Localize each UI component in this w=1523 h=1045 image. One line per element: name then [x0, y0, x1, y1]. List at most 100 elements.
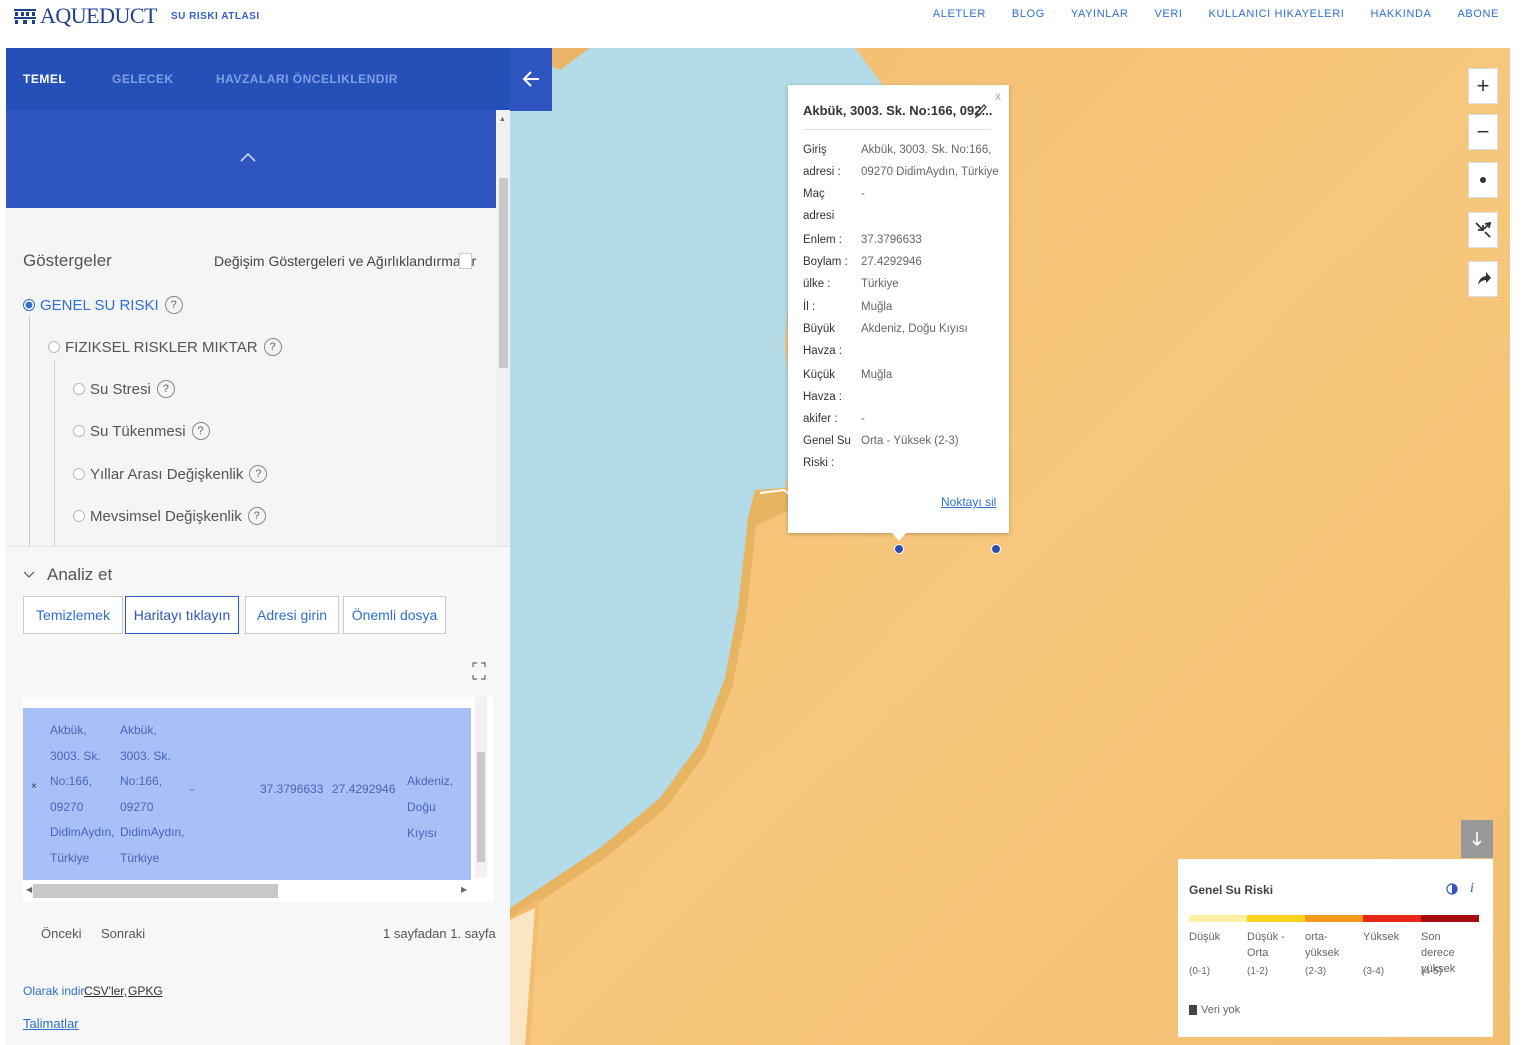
- help-icon[interactable]: ?: [249, 465, 268, 483]
- field-label: akifer :: [803, 413, 838, 425]
- click-map-button[interactable]: Haritayı tıklayın: [125, 596, 239, 634]
- cell-aquifer: -: [190, 782, 194, 796]
- option-label: GENEL SU RISKI: [40, 296, 159, 314]
- zoom-out-button[interactable]: −: [1468, 114, 1498, 150]
- opacity-icon[interactable]: [1446, 883, 1458, 895]
- legend-range: (3-4): [1363, 966, 1385, 977]
- option-su-tukenmesi[interactable]: Su Tükenmesi ?: [73, 422, 210, 440]
- previous-page-button[interactable]: Önceki: [41, 926, 81, 941]
- download-gpkg-link[interactable]: GPKG: [128, 984, 163, 998]
- collapse-sidebar-button[interactable]: [510, 48, 552, 111]
- info-icon[interactable]: i: [1470, 881, 1474, 897]
- zoom-in-button[interactable]: +: [1468, 68, 1498, 104]
- nav-veri[interactable]: VERI: [1154, 8, 1182, 20]
- cell-line: No:166,: [120, 774, 163, 788]
- scroll-up-arrow-icon[interactable]: ▲: [499, 116, 506, 123]
- location-popup: Akbük, 3003. Sk. No:166, 092... x Giriş a…: [788, 85, 1009, 533]
- radio[interactable]: [48, 341, 60, 353]
- legend-swatch-extremely-high: [1421, 915, 1479, 922]
- option-fiziksel-riskler[interactable]: FIZIKSEL RISKLER MIKTAR ?: [48, 338, 282, 356]
- radio-selected[interactable]: [23, 299, 35, 311]
- no-data-label: Veri yok: [1201, 1004, 1241, 1016]
- close-icon[interactable]: x: [995, 89, 1001, 103]
- nav-blog[interactable]: BLOG: [1012, 8, 1045, 20]
- label-line: Giriş: [803, 144, 827, 156]
- radio[interactable]: [73, 468, 85, 480]
- field-value: Akdeniz, Doğu Kıyısı: [861, 323, 968, 335]
- cell-match-address: Akbük, 3003. Sk. No:166, 09270 DidimAydı…: [120, 718, 188, 871]
- tab-bar: TEMEL GELECEK HAVZALARI ÖNCELIKLENDIR: [6, 48, 510, 110]
- map-marker[interactable]: [894, 544, 904, 554]
- label-line: Riski :: [803, 457, 835, 470]
- change-indicators-checkbox[interactable]: [459, 253, 472, 269]
- help-icon[interactable]: ?: [191, 422, 210, 440]
- clear-button[interactable]: Temizlemek: [23, 596, 123, 634]
- shrink-button[interactable]: [1468, 212, 1498, 248]
- option-yillar-arasi-degiskenlik[interactable]: Yıllar Arası Değişkenlik ?: [73, 465, 268, 483]
- legend-range: (0-1): [1189, 966, 1211, 977]
- help-icon[interactable]: ?: [156, 380, 175, 398]
- popup-pointer: [891, 532, 907, 541]
- nav-hakkinda[interactable]: HAKKINDA: [1370, 8, 1431, 20]
- nav-abone[interactable]: ABONE: [1457, 8, 1499, 20]
- remove-point-link[interactable]: Noktayı sil: [941, 495, 996, 509]
- radio[interactable]: [73, 510, 85, 522]
- logo-text: AQUEDUCT: [40, 3, 158, 28]
- pencil-icon[interactable]: [974, 103, 988, 119]
- option-label: Su Tükenmesi: [90, 422, 186, 440]
- logo[interactable]: AQUEDUCT SU RISKI ATLASI: [14, 3, 260, 28]
- legend-icons: i: [1446, 881, 1474, 897]
- expand-icon[interactable]: [472, 662, 486, 680]
- option-genel-su-riski[interactable]: GENEL SU RISKI ?: [23, 296, 183, 314]
- enter-address-button[interactable]: Adresi girin: [245, 596, 339, 634]
- scroll-left-arrow-icon[interactable]: ◀: [26, 885, 32, 894]
- field-label: Boylam :: [803, 256, 848, 268]
- cell-line: No:166,: [50, 774, 93, 788]
- field-value: Türkiye: [861, 278, 899, 290]
- import-file-button[interactable]: Önemli dosya: [343, 596, 446, 634]
- cell-major-basin: Akdeniz, Doğu Kıyısı: [407, 768, 467, 846]
- tab-temel[interactable]: TEMEL: [23, 72, 66, 86]
- field-label: Büyük Havza :: [803, 318, 859, 363]
- tab-havzalari-onceliklendir[interactable]: HAVZALARI ÖNCELIKLENDIR: [216, 72, 398, 86]
- help-icon[interactable]: ?: [247, 507, 266, 525]
- legend-title: Genel Su Riski: [1189, 883, 1274, 897]
- tab-gelecek[interactable]: GELECEK: [112, 72, 174, 86]
- scroll-right-arrow-icon[interactable]: ▶: [461, 885, 467, 894]
- no-data-swatch: [1189, 1005, 1197, 1015]
- table-row[interactable]: × Akbük, 3003. Sk. No:166, 09270 DidimAy…: [23, 708, 471, 880]
- share-button[interactable]: [1468, 261, 1498, 297]
- table-horizontal-scrollbar-thumb[interactable]: [33, 884, 278, 898]
- field-value: Orta - Yüksek (2-3): [861, 435, 959, 447]
- field-value: Akbük, 3003. Sk. No:166, 09270 DidimAydın…: [861, 139, 1001, 184]
- nav-aletler[interactable]: ALETLER: [933, 8, 986, 20]
- remove-row-icon[interactable]: ×: [31, 781, 37, 793]
- indicators-scrollbar-thumb[interactable]: [499, 178, 508, 368]
- legend-label: Düşük: [1189, 931, 1221, 943]
- radio[interactable]: [73, 383, 85, 395]
- cell-line: 09270: [120, 799, 154, 814]
- option-mevsimsel-degiskenlik[interactable]: Mevsimsel Değişkenlik ?: [73, 507, 266, 525]
- nav-kullanici-hikayeleri[interactable]: KULLANICI HIKAYELERI: [1209, 8, 1345, 20]
- chevron-up-icon[interactable]: [238, 150, 258, 164]
- nav-yayinlar[interactable]: YAYINLAR: [1071, 8, 1129, 20]
- download-csv-link[interactable]: CSV'ler,: [84, 984, 127, 998]
- option-label: Mevsimsel Değişkenlik: [90, 507, 242, 525]
- label-line: adresi :: [803, 166, 841, 179]
- locate-button[interactable]: [1468, 162, 1498, 198]
- location-dot-icon: [1480, 177, 1486, 183]
- analyze-header[interactable]: Analiz et: [23, 565, 112, 585]
- instructions-link[interactable]: Talimatlar: [23, 1016, 79, 1031]
- next-page-button[interactable]: Sonraki: [101, 926, 145, 941]
- table-vertical-scrollbar-thumb[interactable]: [477, 752, 485, 862]
- radio[interactable]: [73, 425, 85, 437]
- chevron-down-icon: [23, 571, 35, 578]
- help-icon[interactable]: ?: [164, 296, 183, 314]
- help-icon[interactable]: ?: [263, 338, 282, 356]
- option-su-stresi[interactable]: Su Stresi ?: [73, 380, 175, 398]
- legend-toggle-button[interactable]: [1461, 820, 1493, 858]
- legend-swatch-medium-high: [1305, 915, 1363, 922]
- field-label: Enlem :: [803, 234, 842, 246]
- map-marker[interactable]: [991, 544, 1001, 554]
- compress-arrows-icon: [1475, 221, 1492, 238]
